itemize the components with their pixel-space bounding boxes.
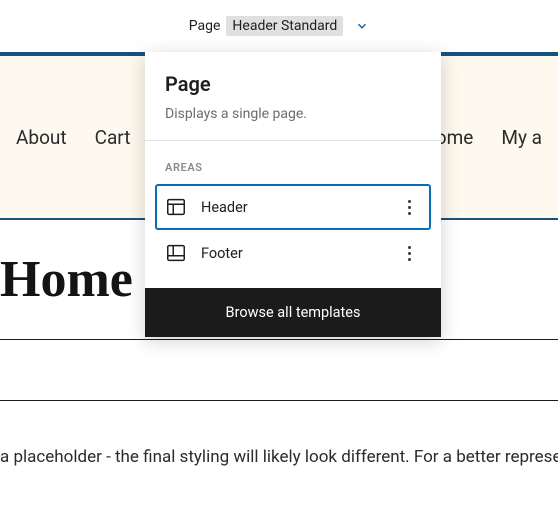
dropdown-header: Page Displays a single page.	[145, 52, 441, 141]
template-type-label: Page	[189, 18, 221, 34]
nav-link-cart[interactable]: Cart	[95, 126, 131, 149]
areas-heading: AREAS	[155, 155, 431, 184]
template-selector[interactable]: Page Header Standard	[0, 0, 558, 52]
placeholder-paragraph[interactable]: a placeholder - the final styling will l…	[0, 401, 558, 467]
more-options-icon[interactable]	[397, 200, 421, 215]
nav-link-myaccount[interactable]: My a	[501, 126, 542, 149]
area-item-label: Footer	[201, 245, 383, 262]
browse-all-templates-button[interactable]: Browse all templates	[145, 288, 441, 337]
area-item-label: Header	[201, 199, 383, 216]
template-name-badge: Header Standard	[226, 16, 343, 36]
dropdown-description: Displays a single page.	[165, 106, 421, 122]
footer-layout-icon	[165, 242, 187, 264]
more-options-icon[interactable]	[397, 246, 421, 261]
dropdown-title: Page	[165, 72, 421, 96]
area-item-header[interactable]: Header	[155, 184, 431, 230]
nav-link-about[interactable]: About	[16, 126, 67, 149]
area-item-footer[interactable]: Footer	[155, 230, 431, 276]
dropdown-areas-section: AREAS Header Footer	[145, 141, 441, 288]
chevron-down-icon	[355, 19, 369, 33]
header-layout-icon	[165, 196, 187, 218]
template-dropdown-panel: Page Displays a single page. AREAS Heade…	[145, 52, 441, 337]
